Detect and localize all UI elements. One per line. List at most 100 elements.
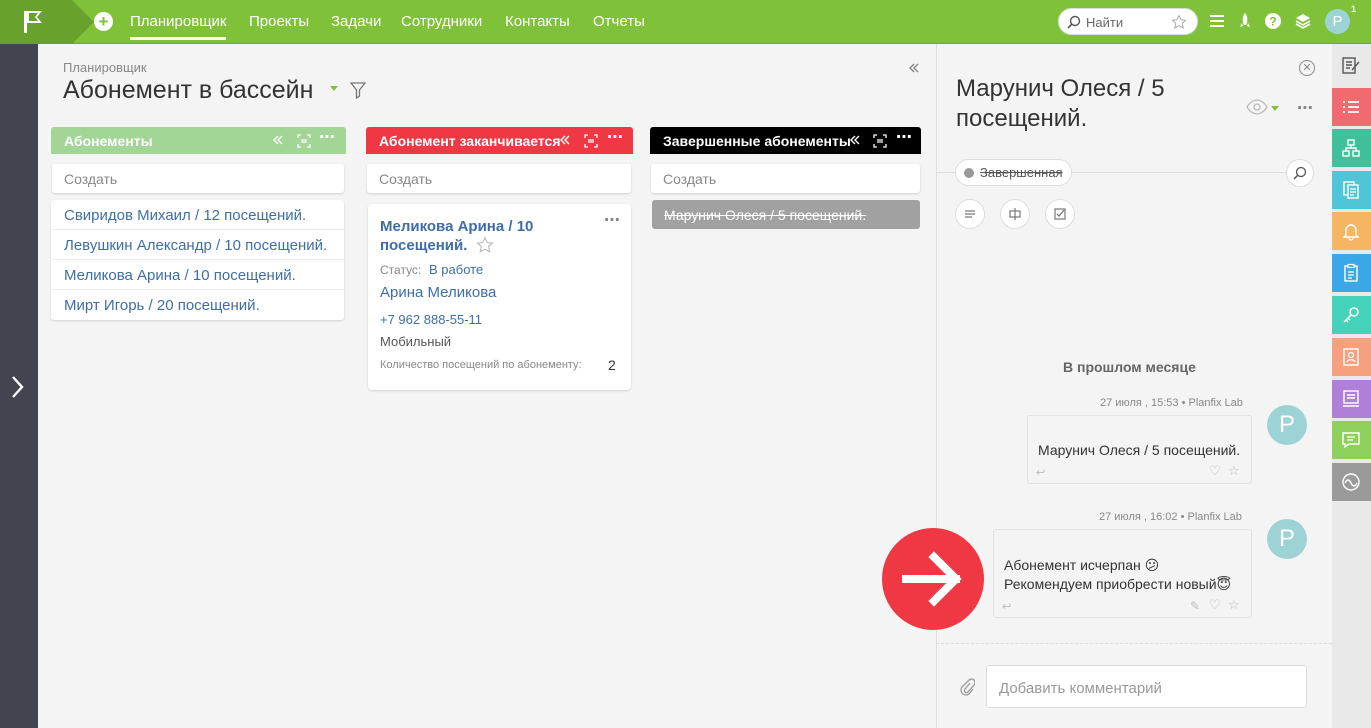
expand-icon[interactable] [584,134,598,148]
user-avatar[interactable]: P [1325,9,1350,34]
list-item[interactable]: Мирт Игорь / 20 посещений. [51,290,344,320]
sidebar-item-chat[interactable] [1332,421,1371,459]
contact-icon [1343,348,1359,366]
heart-icon[interactable]: ♡ [1209,597,1221,613]
message-meta: 27 июля , 16:02 • Planfix Lab [1099,511,1242,523]
structure-icon [1342,139,1360,157]
sidebar-item-inbox[interactable] [1332,380,1371,418]
logo-area[interactable] [0,0,94,44]
completed-task-card[interactable]: Марунич Олеся / 5 посещений. [652,200,920,229]
sidebar-item-contacts[interactable] [1332,338,1371,376]
phone-type: Мобильный [380,334,452,349]
create-task-input[interactable]: Создать [651,164,920,193]
more-icon[interactable]: ⋯ [319,127,335,147]
column-header-subscriptions[interactable]: Абонементы ⋯ [51,127,346,154]
nav-tasks[interactable]: Задачи [331,13,381,30]
search-input[interactable]: Найти [1058,8,1198,35]
more-icon[interactable]: ⋯ [896,127,912,147]
star-icon[interactable]: ☆ [1228,463,1240,479]
sidebar-item-documents[interactable] [1332,171,1371,209]
reply-icon[interactable]: ↩ [1036,466,1045,479]
list-item[interactable]: Свиридов Михаил / 12 посещений. [51,200,344,230]
task-link[interactable]: Меликова Арина / 10 посещений. [64,267,296,284]
rocket-icon[interactable] [1235,11,1255,31]
help-icon[interactable]: ? [1263,11,1283,31]
nav-planner[interactable]: Планировщик [130,13,227,40]
notification-badge: 1 [1351,4,1357,14]
list-item[interactable]: Меликова Арина / 10 посещений. [51,260,344,290]
double-chevron-left-icon[interactable] [849,134,861,146]
breadcrumb[interactable]: Планировщик [63,60,147,75]
task-link[interactable]: Левушкин Александр / 10 посещений. [64,237,327,254]
chevron-right-icon[interactable] [10,374,26,400]
nav-reports[interactable]: Отчеты [593,13,645,30]
chevron-down-icon[interactable] [1271,106,1279,111]
double-chevron-left-icon[interactable] [908,63,920,73]
layers-icon[interactable] [1293,11,1313,31]
task-link[interactable]: Мирт Игорь / 20 посещений. [64,297,260,314]
visits-label: Количество посещений по абонементу: [380,359,582,371]
status-value[interactable]: В работе [429,262,483,277]
sidebar-item-list[interactable] [1332,88,1371,126]
status-badge[interactable]: Завершенная [955,159,1072,186]
close-icon[interactable]: ✕ [1299,60,1315,76]
sidebar-item-activity[interactable] [1332,463,1371,501]
create-task-input[interactable]: Создать [367,164,631,193]
more-icon[interactable]: ⋯ [1297,98,1313,118]
clipboard-icon [1344,263,1358,282]
expand-icon[interactable] [297,134,311,148]
task-link[interactable]: Свиридов Михаил / 12 посещений. [64,207,306,224]
add-button[interactable]: + [94,12,113,31]
sidebar-item-edit[interactable] [1332,46,1371,84]
search-button[interactable] [1286,159,1314,187]
column-header-expiring[interactable]: Абонемент заканчивается ⋯ [366,127,633,154]
sidebar-item-notifications[interactable] [1332,212,1371,250]
chevron-down-icon[interactable] [330,86,338,91]
key-icon [1343,307,1359,323]
search-icon [1067,15,1081,29]
contact-name[interactable]: Арина Меликова [380,284,496,301]
arrow-right-icon [882,528,984,630]
menu-icon[interactable] [1207,11,1227,31]
column-title: Абонементы [64,133,153,149]
fields-button[interactable] [1000,199,1030,229]
task-card[interactable]: Меликова Арина / 10 посещений. ⋯ Статус:… [368,204,631,390]
eye-icon[interactable] [1246,99,1268,115]
filter-icon[interactable] [350,81,366,99]
paperclip-icon[interactable] [959,678,975,696]
field-icon [1009,208,1021,220]
nav-contacts[interactable]: Контакты [505,13,570,30]
avatar[interactable]: P [1267,519,1307,559]
page-title: Абонемент в бассейн [63,76,314,104]
double-chevron-left-icon[interactable] [272,134,284,146]
edit-icon [1342,57,1360,74]
phone-number[interactable]: +7 962 888-55-11 [380,312,482,327]
create-task-input[interactable]: Создать [52,164,344,193]
pin-icon[interactable]: ✎ [1190,599,1200,613]
nav-projects[interactable]: Проекты [249,13,309,30]
star-icon[interactable] [1171,14,1187,30]
more-icon[interactable]: ⋯ [604,210,620,230]
checklist-button[interactable] [1045,199,1075,229]
nav-employees[interactable]: Сотрудники [401,13,482,30]
task-title: Марунич Олеся / 5 посещений. [956,75,1165,132]
comment-input[interactable]: Добавить комментарий [986,665,1307,708]
message-bubble: Марунич Олеся / 5 посещений. ↩ ♡ ☆ [1027,415,1252,484]
comment-placeholder: Добавить комментарий [999,680,1162,697]
sidebar-item-clipboard[interactable] [1332,254,1371,292]
star-icon[interactable] [476,236,494,254]
heart-icon[interactable]: ♡ [1209,463,1221,479]
double-chevron-left-icon[interactable] [559,134,571,146]
list-item[interactable]: Левушкин Александр / 10 посещений. [51,230,344,260]
sidebar-item-structure[interactable] [1332,129,1371,167]
column-header-completed[interactable]: Завершенные абонементы ⋯ [650,127,921,154]
task-link[interactable]: Марунич Олеся / 5 посещений. [664,207,866,223]
expand-icon[interactable] [873,134,887,148]
reply-icon[interactable]: ↩ [1002,600,1011,613]
sidebar-item-keys[interactable] [1332,296,1371,334]
avatar[interactable]: P [1267,405,1307,445]
left-collapsed-sidebar[interactable] [0,44,38,728]
description-button[interactable] [955,199,985,229]
more-icon[interactable]: ⋯ [607,127,623,147]
star-icon[interactable]: ☆ [1228,597,1240,613]
